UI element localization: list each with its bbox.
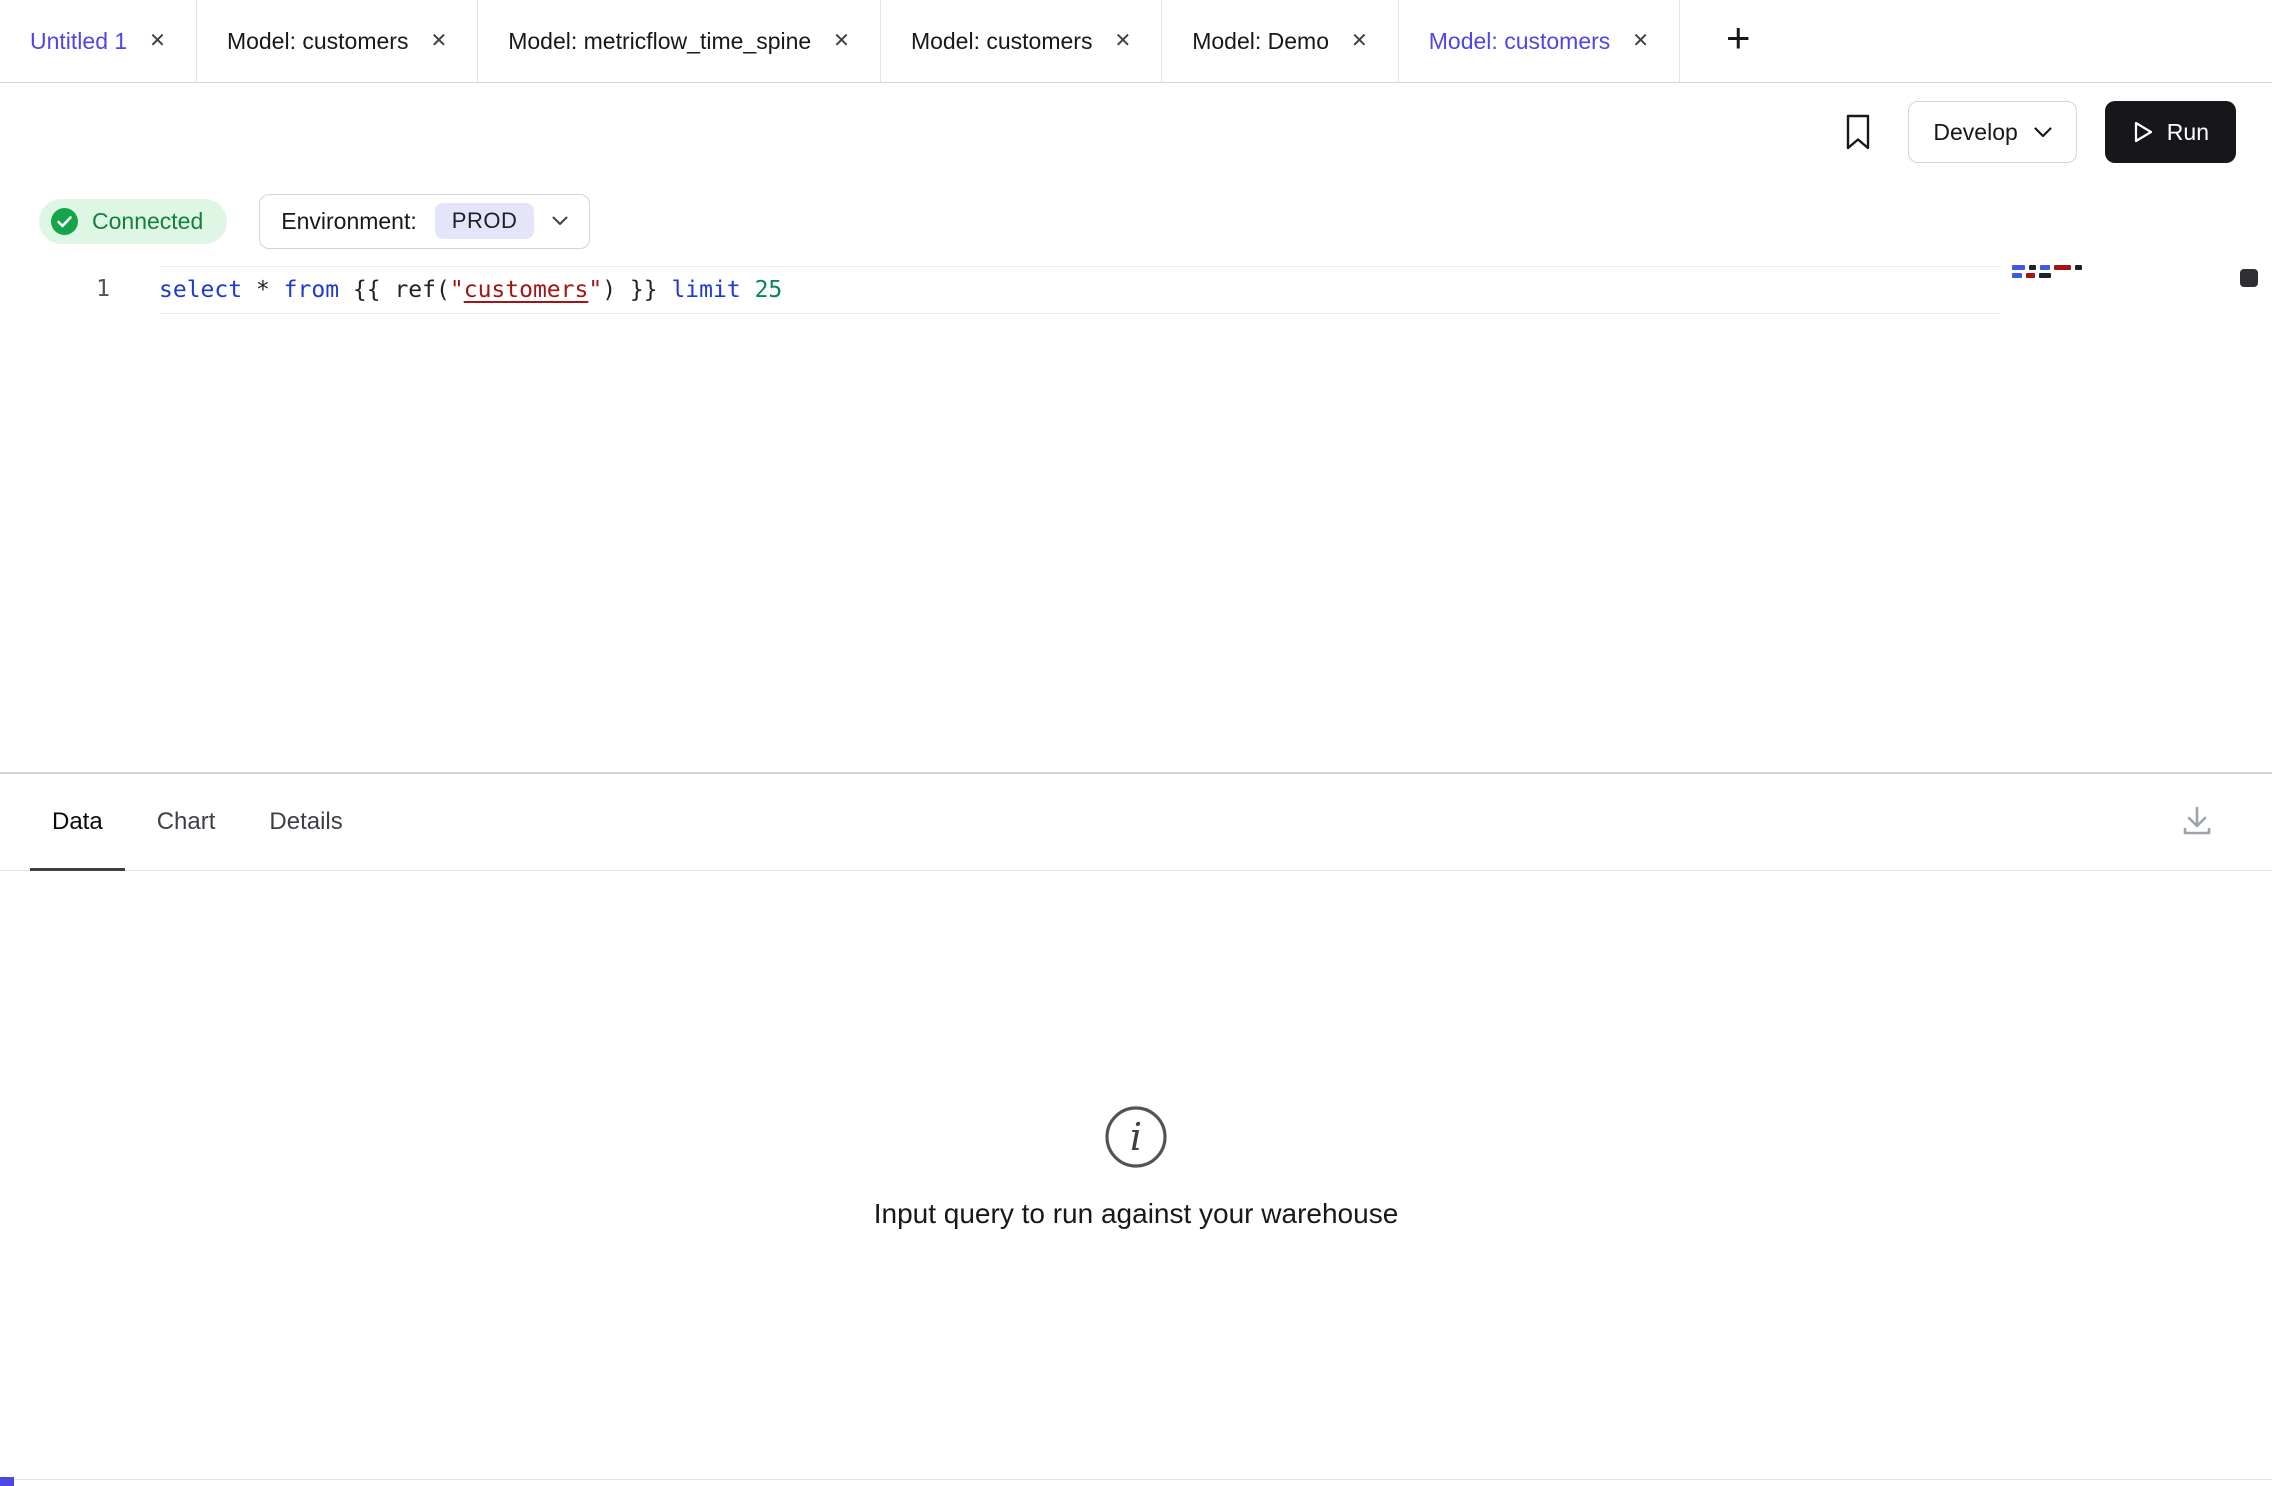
tab-data[interactable]: Data [30,774,125,870]
environment-label: Environment: [281,208,417,235]
close-icon[interactable]: ✕ [1351,31,1368,51]
minimap[interactable] [2012,265,2100,281]
code-token: select [159,277,242,303]
code-token: {{ [339,277,394,303]
close-icon[interactable]: ✕ [1632,31,1649,51]
tab-untitled-1[interactable]: Untitled 1 ✕ [0,0,197,82]
toolbar: Develop Run [0,83,2272,181]
info-icon: i [1103,1104,1169,1170]
close-icon[interactable]: ✕ [430,31,447,51]
code-token: " [450,277,464,303]
svg-text:i: i [1130,1115,1142,1159]
run-button-label: Run [2167,119,2209,146]
tab-label: Model: customers [227,28,409,55]
environment-selector[interactable]: Environment: PROD [259,194,590,249]
code-line[interactable]: select * from {{ ref("customers") }} lim… [159,266,2001,314]
minimap-line [2012,273,2100,278]
empty-state-message: Input query to run against your warehous… [874,1198,1399,1230]
close-icon[interactable]: ✕ [149,31,166,51]
tab-label: Model: metricflow_time_spine [508,28,811,55]
code-token: ( [436,277,450,303]
bookmark-icon[interactable] [1842,113,1874,151]
tab-label: Model: customers [1429,28,1611,55]
connection-status-label: Connected [92,208,203,235]
run-button[interactable]: Run [2105,101,2236,163]
tab-model-metricflow-time-spine[interactable]: Model: metricflow_time_spine ✕ [478,0,881,82]
dbt-ide-app: { "tab_bar": { "tabs": [ {"label": "Unti… [0,0,2272,1486]
results-tab-bar: Data Chart Details [0,774,2272,871]
play-icon [2132,120,2154,144]
scrollbar-thumb[interactable] [2240,269,2258,287]
sql-editor[interactable]: 1 select * from {{ ref("customers") }} l… [0,261,2272,772]
tab-label: Untitled 1 [30,28,127,55]
tab-label: Chart [157,808,216,836]
code-token: * [256,277,270,303]
code-token [242,277,256,303]
tab-details[interactable]: Details [247,774,364,870]
tab-model-demo[interactable]: Model: Demo ✕ [1162,0,1399,82]
status-indicator-fragment [0,1477,14,1486]
new-tab-button[interactable]: + [1716,17,1761,65]
chevron-down-icon [2034,127,2052,138]
code-token-ref-link[interactable]: customers [464,277,589,303]
line-number: 1 [0,266,110,312]
code-token: }} [616,277,671,303]
tab-model-customers-2[interactable]: Model: customers ✕ [881,0,1162,82]
bottom-divider [0,1479,2272,1480]
editor-tab-bar: Untitled 1 ✕ Model: customers ✕ Model: m… [0,0,2272,83]
minimap-line [2012,265,2100,270]
connection-bar: Connected Environment: PROD [0,181,2272,261]
tab-label: Model: Demo [1192,28,1329,55]
code-token: ) [602,277,616,303]
code-token: from [284,277,339,303]
code-token: " [588,277,602,303]
code-token [741,277,755,303]
check-circle-icon [50,207,79,236]
tab-model-customers-3[interactable]: Model: customers ✕ [1399,0,1680,82]
develop-button-label: Develop [1933,119,2017,146]
close-icon[interactable]: ✕ [1114,31,1131,51]
tab-label: Details [269,808,342,836]
chevron-down-icon [552,216,568,226]
code-token: ref [394,277,436,303]
empty-state: i Input query to run against your wareho… [0,1104,2272,1230]
close-icon[interactable]: ✕ [833,31,850,51]
results-panel: Data Chart Details i Input query to run … [0,774,2272,1484]
develop-button[interactable]: Develop [1908,101,2076,163]
tab-model-customers-1[interactable]: Model: customers ✕ [197,0,478,82]
connection-status-badge: Connected [39,199,227,244]
tab-label: Data [52,808,103,836]
environment-badge: PROD [435,203,535,239]
code-token [270,277,284,303]
tab-label: Model: customers [911,28,1093,55]
download-icon[interactable] [2178,802,2216,840]
code-token: limit [671,277,740,303]
tab-chart[interactable]: Chart [135,774,238,870]
code-token: 25 [755,277,783,303]
